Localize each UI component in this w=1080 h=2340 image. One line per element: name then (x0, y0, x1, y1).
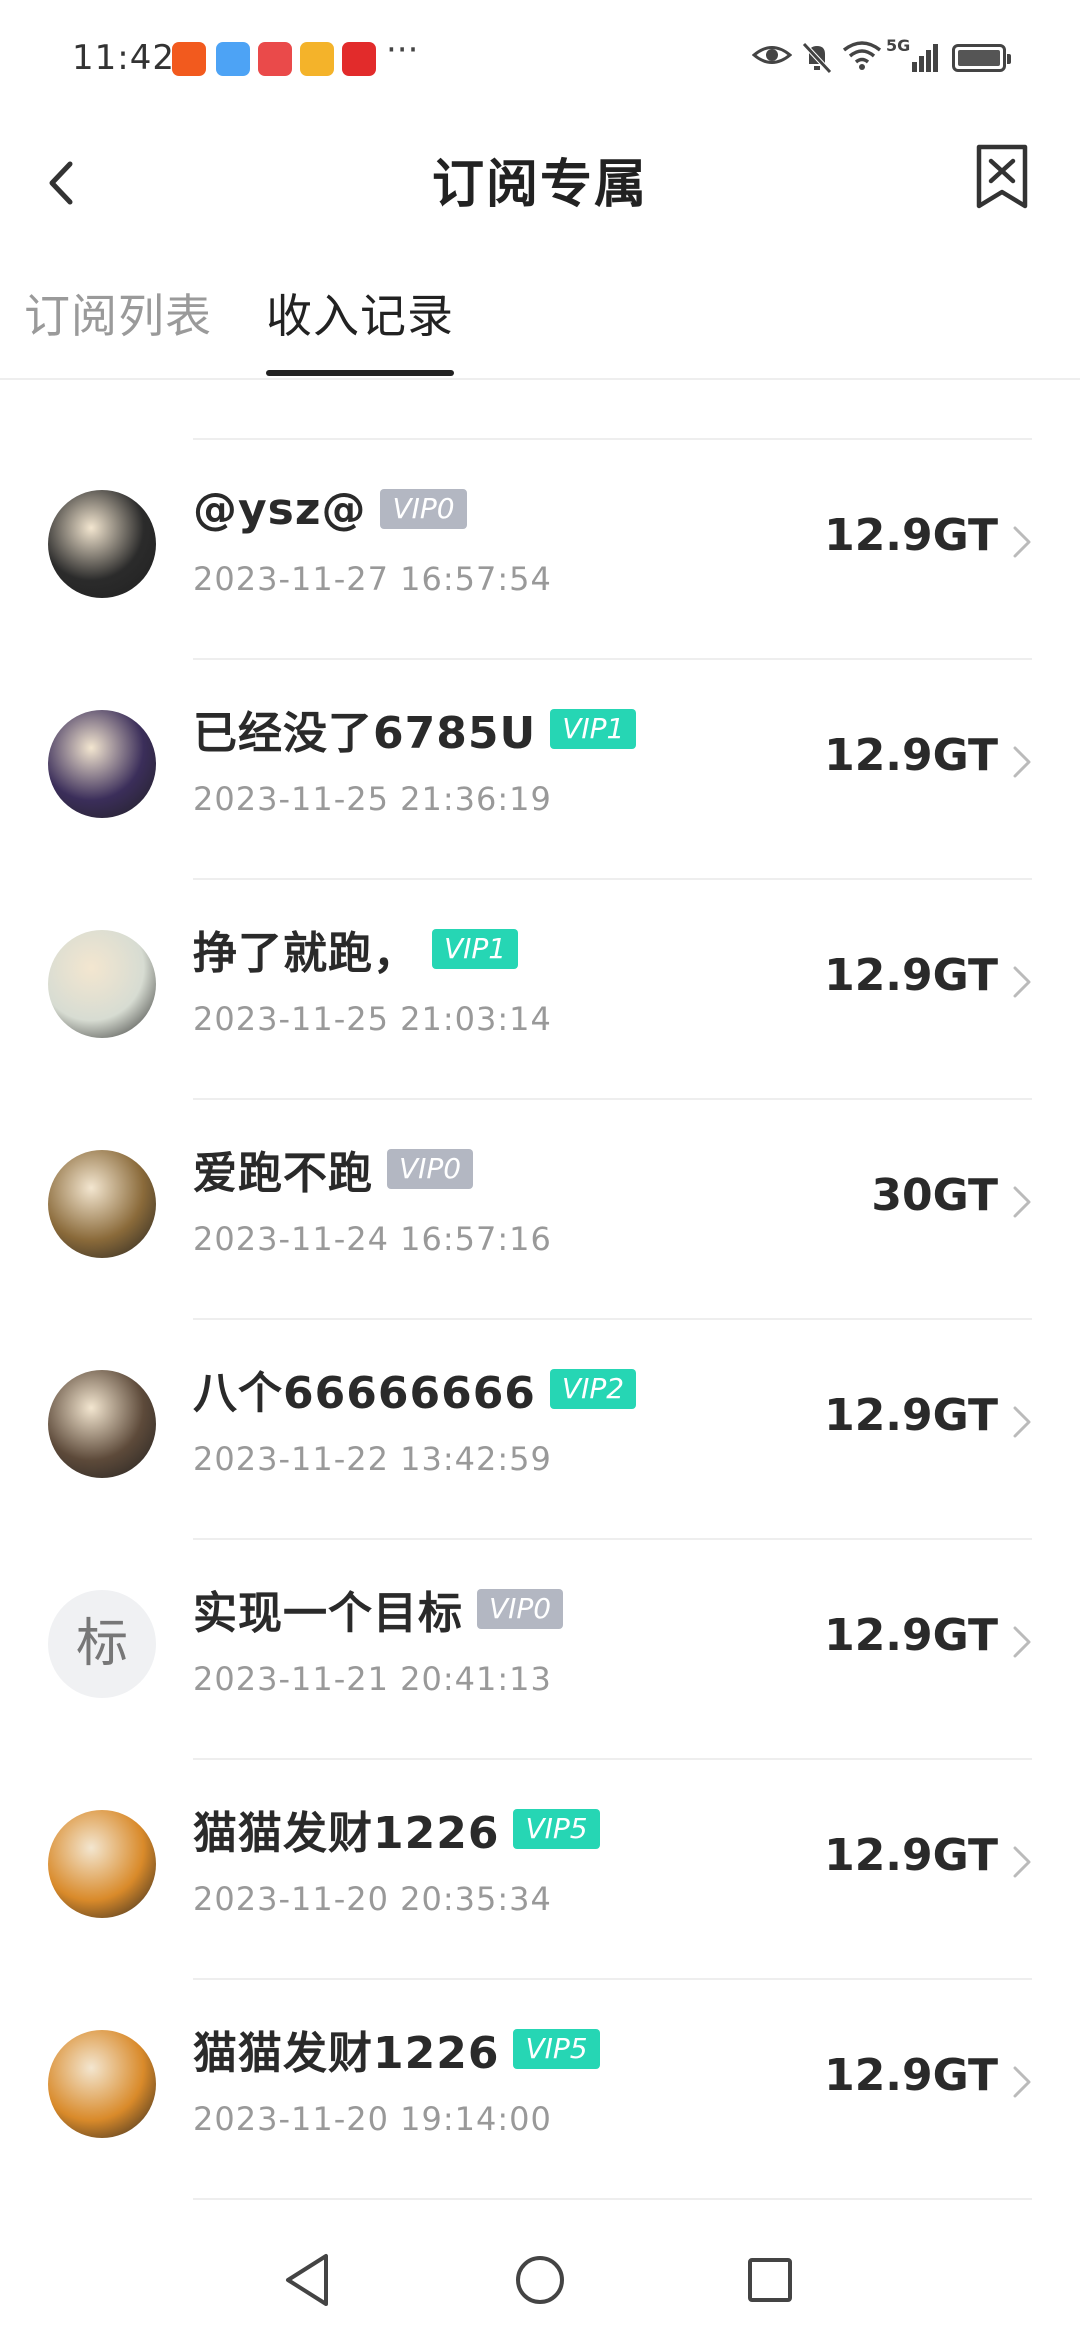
avatar (48, 1150, 156, 1258)
news-app-icon (342, 42, 376, 76)
nav-home-button[interactable] (508, 2248, 572, 2312)
record-time: 2023-11-25 21:03:14 (193, 1000, 552, 1038)
income-record-row[interactable]: 爱跑不跑 VIP0 2023-11-24 16:57:16 30GT (0, 1100, 1080, 1320)
eye-comfort-icon (752, 46, 792, 64)
avatar (48, 1370, 156, 1478)
user-name: 爱跑不跑 (193, 1148, 373, 1199)
bookmark-x-icon (976, 144, 1028, 209)
vip-badge: VIP0 (477, 1589, 564, 1629)
user-name-line: 挣了就跑， VIP1 (193, 918, 519, 980)
record-amount: 12.9GT (824, 1610, 998, 1661)
income-record-row[interactable]: 标实现一个目标 VIP0 2023-11-21 20:41:13 12.9GT (0, 1540, 1080, 1760)
avatar (48, 2030, 156, 2138)
huawei-app-icon (258, 42, 292, 76)
avatar: 标 (48, 1590, 156, 1698)
record-amount: 12.9GT (824, 1830, 998, 1881)
recents-nav-icon (748, 2258, 792, 2302)
network-type-label: 5G (886, 36, 911, 55)
status-time: 11:42 (72, 38, 175, 78)
income-record-row[interactable]: 猫猫发财1226 VIP5 2023-11-20 19:14:00 12.9GT (0, 1980, 1080, 2200)
bookmark-button[interactable] (974, 142, 1030, 212)
income-record-row[interactable]: 猫猫发财1226 VIP5 2023-11-20 20:35:34 12.9GT (0, 1760, 1080, 1980)
mail-app-icon (300, 42, 334, 76)
vip-badge: VIP0 (387, 1149, 474, 1189)
row-divider (193, 2198, 1032, 2200)
user-name: 已经没了6785U (193, 708, 537, 759)
back-nav-icon (286, 2254, 328, 2306)
chevron-right-icon (1013, 1186, 1031, 1218)
record-amount: 12.9GT (824, 510, 998, 561)
income-record-row[interactable]: 挣了就跑， VIP1 2023-11-25 21:03:14 12.9GT (0, 880, 1080, 1100)
vip-badge: VIP2 (549, 1369, 637, 1409)
record-amount: 12.9GT (824, 1390, 998, 1441)
record-time: 2023-11-24 16:57:16 (193, 1220, 552, 1258)
record-amount: 12.9GT (824, 2050, 998, 2101)
avatar (48, 1810, 156, 1918)
active-tab-indicator (266, 370, 454, 376)
user-name-line: 猫猫发财1226 VIP5 (193, 2018, 600, 2080)
user-name: @ysz@ (193, 483, 367, 535)
user-name-line: 八个66666666 VIP2 (193, 1358, 637, 1420)
chevron-right-icon (1013, 1406, 1031, 1438)
vip-badge: VIP5 (513, 1809, 600, 1849)
record-amount: 30GT (871, 1170, 998, 1221)
battery-charging-icon (952, 44, 1011, 72)
system-nav-bar (0, 2220, 1080, 2340)
record-amount: 12.9GT (824, 730, 998, 781)
user-name: 猫猫发财1226 (193, 1808, 500, 1859)
avatar (48, 710, 156, 818)
tab-subscription-list[interactable]: 订阅列表 (24, 280, 212, 346)
income-records-list[interactable]: 2023-11-27 17:07:50 @ysz@ VIP0 2023-11-27 1… (0, 380, 1080, 2220)
record-time: 2023-11-27 16:57:54 (193, 560, 552, 598)
user-name: 猫猫发财1226 (193, 2028, 500, 2079)
income-record-row[interactable]: 八个66666666 VIP2 2023-11-22 13:42:59 12.9GT (0, 1320, 1080, 1540)
vip-badge: VIP1 (550, 709, 637, 749)
user-name-line: 已经没了6785U VIP1 (193, 698, 637, 760)
record-time: 2023-11-25 21:36:19 (193, 780, 552, 818)
record-time: 2023-11-20 20:35:34 (193, 1880, 552, 1918)
user-name-line: 实现一个目标 VIP0 (193, 1578, 564, 1640)
avatar (48, 490, 156, 598)
record-amount: 12.9GT (824, 950, 998, 1001)
vip-badge: VIP1 (432, 929, 519, 969)
user-name: 挣了就跑， (193, 928, 418, 979)
home-nav-icon (516, 2256, 564, 2304)
nav-back-button[interactable] (276, 2248, 340, 2312)
cellular-signal-icon: 5G (886, 36, 942, 76)
chevron-right-icon (1013, 2066, 1031, 2098)
record-time: 2023-11-22 13:42:59 (193, 1440, 552, 1478)
avatar (48, 930, 156, 1038)
vip-badge: VIP5 (513, 2029, 600, 2069)
user-name: 实现一个目标 (193, 1588, 463, 1639)
chevron-right-icon (1013, 746, 1031, 778)
income-record-row[interactable]: 2023-11-27 17:07:50 (0, 380, 1080, 440)
more-notifications-icon: ··· (386, 30, 419, 70)
income-record-row[interactable]: @ysz@ VIP0 2023-11-27 16:57:54 12.9GT (0, 440, 1080, 660)
chevron-right-icon (1013, 966, 1031, 998)
nav-recents-button[interactable] (738, 2248, 802, 2312)
user-name-line: 猫猫发财1226 VIP5 (193, 1798, 600, 1860)
status-bar: 11:42 ··· 5G (0, 0, 1080, 120)
user-name: 八个66666666 (193, 1368, 536, 1419)
tab-bar: 订阅列表 收入记录 (0, 260, 1080, 380)
user-name-line: @ysz@ VIP0 (193, 478, 467, 540)
page-title: 订阅专属 (431, 155, 648, 215)
taobao-app-icon (172, 42, 206, 76)
vip-badge: VIP0 (380, 489, 467, 529)
chevron-right-icon (1013, 1626, 1031, 1658)
wifi-icon (842, 41, 882, 70)
mute-bell-icon (802, 42, 832, 74)
chevron-right-icon (1013, 526, 1031, 558)
user-name-line: 爱跑不跑 VIP0 (193, 1138, 474, 1200)
chevron-right-icon (1013, 1846, 1031, 1878)
record-time: 2023-11-20 19:14:00 (193, 2100, 552, 2138)
record-time: 2023-11-21 20:41:13 (193, 1660, 552, 1698)
tab-income-records[interactable]: 收入记录 (266, 280, 454, 346)
header: 订阅专属 (0, 120, 1080, 240)
income-record-row[interactable]: 已经没了6785U VIP1 2023-11-25 21:36:19 12.9GT (0, 660, 1080, 880)
weather-app-icon (216, 42, 250, 76)
